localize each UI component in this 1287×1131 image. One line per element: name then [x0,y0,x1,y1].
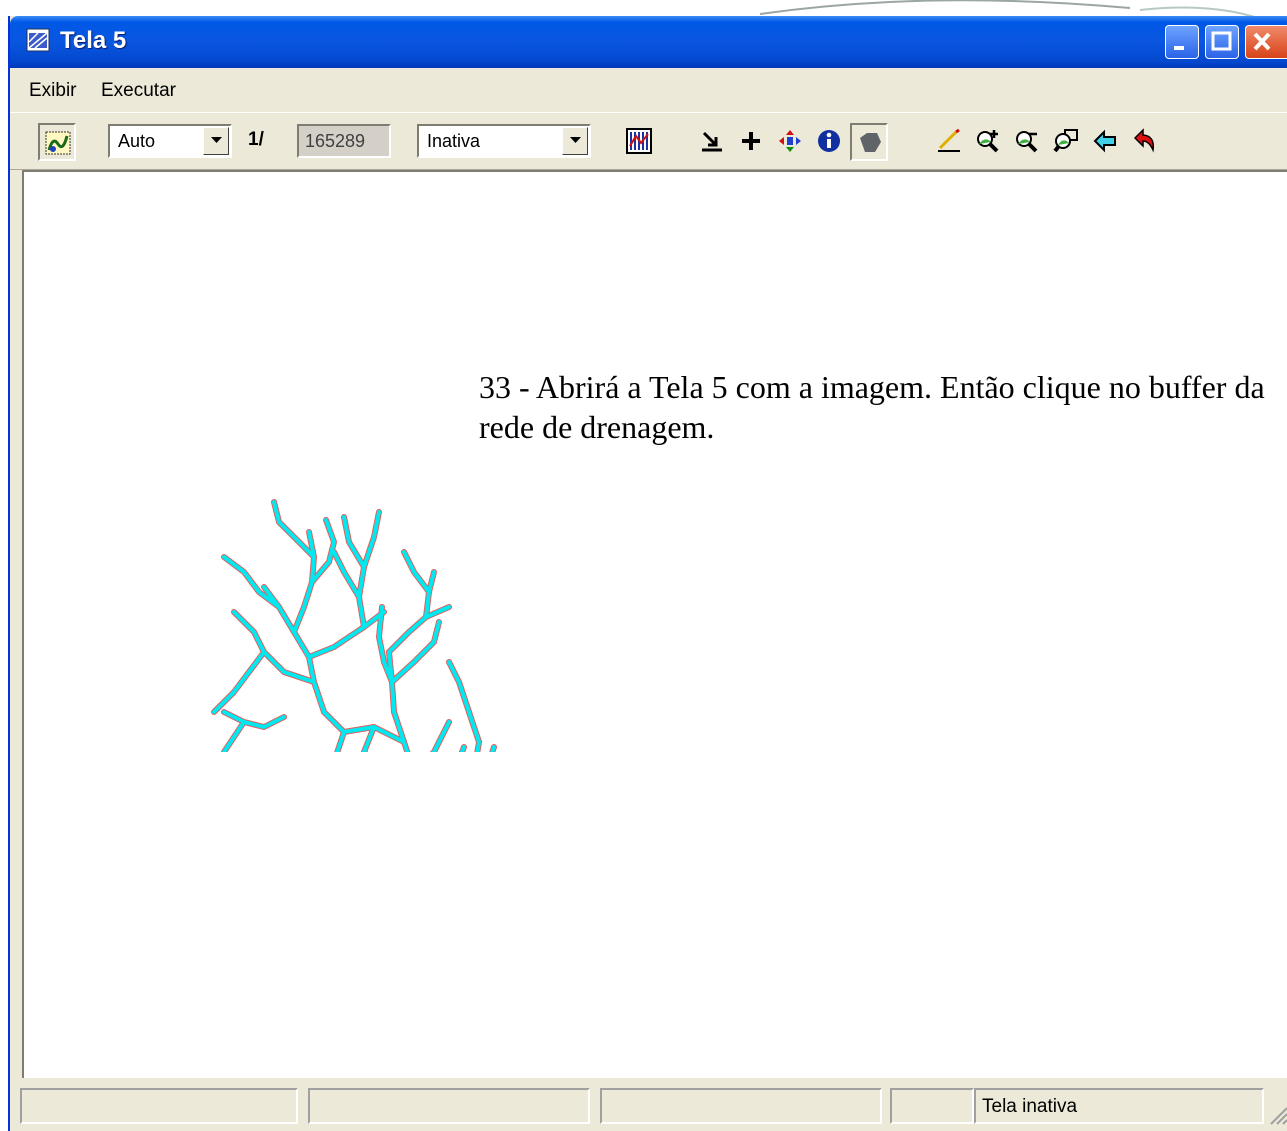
drainage-segment [335,730,346,752]
draw-line-icon [938,128,960,152]
drainage-segment [342,515,366,569]
minimize-button[interactable] [1165,25,1199,59]
scale-value: 165289 [305,131,366,151]
window-app-icon [26,28,50,52]
menu-exibir[interactable]: Exibir [29,80,77,102]
info-icon [818,130,840,152]
display-layers-button[interactable] [38,123,76,161]
scale-field: 165289 [297,124,391,158]
pan-button[interactable] [772,123,810,161]
crosshair-icon [742,132,760,150]
instruction-note: 33 - Abrirá a Tela 5 com a imagem. Então… [479,369,1265,445]
drainage-segment [357,510,381,629]
status-text: Tela inativa [982,1096,1078,1117]
drainage-segment [212,650,266,714]
drainage-segment [222,720,246,752]
crosshair-button[interactable] [733,123,771,161]
histogram-button[interactable] [621,123,659,161]
display-layers-icon [45,131,71,155]
state-dropdown-button[interactable] [562,127,588,155]
status-pane-3 [600,1088,882,1124]
drainage-segment [402,550,431,594]
info-button[interactable] [811,123,849,161]
scale-prefix-label: 1/ [248,129,264,150]
application-window: Tela 5 Exibir Executar Auto 1/ 165289 In… [8,16,1287,1131]
undo-button[interactable] [1126,123,1164,161]
drainage-segment [447,660,471,714]
drainage-segment [222,555,281,609]
zoom-out-button[interactable] [1009,123,1047,161]
zoom-window-button[interactable] [1048,123,1086,161]
zoom-mode-dropdown-button[interactable] [203,127,229,155]
histogram-icon [626,128,652,154]
maximize-button[interactable] [1205,25,1239,59]
toolbar: Auto 1/ 165289 Inativa [10,112,1287,170]
zoom-mode-select[interactable]: Auto [108,124,232,158]
window-title: Tela 5 [60,27,127,54]
status-pane-4 [890,1088,974,1124]
tag-button[interactable] [850,123,888,161]
title-bar[interactable]: Tela 5 [10,16,1287,68]
status-pane-1 [20,1088,298,1124]
minimize-icon [1174,46,1184,50]
zoom-window-icon [1053,129,1078,153]
draw-line-button[interactable] [931,123,969,161]
previous-view-icon [1093,129,1116,153]
drainage-network-buffer[interactable] [164,392,504,752]
map-canvas[interactable]: 33 - Abrirá a Tela 5 com a imagem. Então… [22,170,1287,1078]
zoom-out-icon [1016,131,1038,153]
pan-icon [779,130,801,152]
undo-icon [1133,128,1155,153]
previous-view-button[interactable] [1087,123,1125,161]
status-pane-5: Tela inativa [974,1088,1264,1124]
status-pane-2 [308,1088,590,1124]
select-arrow-icon [702,131,722,152]
select-arrow-button[interactable] [694,123,732,161]
close-button[interactable] [1245,25,1287,59]
menu-executar[interactable]: Executar [101,80,176,102]
drainage-segment [390,620,441,684]
close-icon [1253,32,1271,51]
state-select-value: Inativa [427,131,481,151]
zoom-mode-value: Auto [118,131,156,151]
tag-icon [860,133,881,152]
menu-bar: Exibir Executar [10,68,1287,112]
drainage-segment [332,550,361,599]
status-bar: Tela inativa [10,1078,1287,1131]
zoom-in-icon [977,130,999,153]
state-select[interactable]: Inativa [417,124,591,158]
zoom-in-button[interactable] [970,123,1008,161]
drainage-segment-edge [429,719,452,752]
chevron-down-icon [570,137,581,143]
maximize-icon [1211,31,1232,51]
resize-grip-icon[interactable] [1267,1104,1287,1126]
drainage-segment [262,585,311,659]
chevron-down-icon [211,137,222,143]
